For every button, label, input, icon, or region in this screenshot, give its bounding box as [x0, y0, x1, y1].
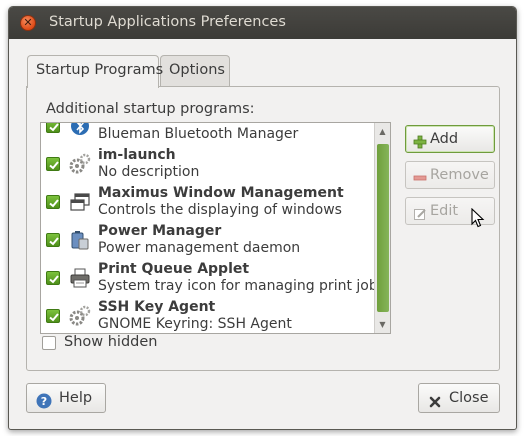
close-button[interactable]: Close	[418, 383, 500, 413]
program-description: Controls the displaying of windows	[98, 202, 342, 218]
list-item[interactable]: Maximus Window Management Controls the d…	[41, 183, 374, 221]
list-item[interactable]: SSH Key Agent GNOME Keyring: SSH Agent	[41, 297, 374, 333]
window-close-icon[interactable]: ✕	[20, 15, 36, 31]
program-description: No description	[98, 164, 200, 180]
title-bar: ✕ Startup Applications Preferences	[9, 7, 516, 39]
remove-button[interactable]: Remove	[405, 161, 495, 189]
scroll-down-arrow-icon[interactable]: ▼	[375, 318, 390, 332]
svg-text:?: ?	[41, 395, 47, 408]
mouse-pointer-icon	[471, 207, 485, 232]
program-name: Power Manager	[98, 223, 222, 239]
battery-icon	[69, 229, 91, 251]
remove-button-label: Remove	[430, 167, 489, 183]
help-button-label: Help	[59, 390, 93, 406]
program-description: GNOME Keyring: SSH Agent	[98, 316, 292, 332]
edit-icon	[413, 204, 427, 220]
close-icon	[428, 391, 442, 408]
bluetooth-icon	[69, 123, 91, 137]
scroll-thumb[interactable]	[377, 144, 389, 312]
show-hidden-checkbox[interactable]	[42, 336, 56, 350]
program-name: Maximus Window Management	[98, 185, 344, 201]
windows-icon	[69, 191, 91, 213]
program-description: Blueman Bluetooth Manager	[98, 126, 299, 142]
section-label: Additional startup programs:	[46, 101, 255, 117]
enabled-checkbox[interactable]	[46, 309, 60, 323]
program-description: System tray icon for managing print jobs	[98, 278, 386, 294]
tab-options[interactable]: Options	[160, 55, 230, 87]
programs-list[interactable]: Blueman Bluetooth Manager im-launch No d…	[40, 122, 391, 334]
printer-icon	[69, 267, 91, 289]
list-scrollbar[interactable]: ▲ ▼	[374, 123, 390, 333]
enabled-checkbox[interactable]	[46, 123, 60, 133]
enabled-checkbox[interactable]	[46, 195, 60, 209]
enabled-checkbox[interactable]	[46, 233, 60, 247]
edit-button-label: Edit	[430, 203, 459, 219]
gears-icon	[69, 153, 91, 175]
program-name: Print Queue Applet	[98, 261, 250, 277]
add-button-label: Add	[430, 131, 459, 147]
list-item[interactable]: Power Manager Power management daemon	[41, 221, 374, 259]
gears-icon	[69, 305, 91, 327]
minus-icon	[413, 168, 427, 182]
program-name: SSH Key Agent	[98, 299, 216, 315]
startup-preferences-window: ✕ Startup Applications Preferences Start…	[8, 6, 517, 430]
program-name: im-launch	[98, 147, 176, 163]
enabled-checkbox[interactable]	[46, 271, 60, 285]
add-button[interactable]: Add	[405, 125, 495, 153]
show-hidden-label: Show hidden	[64, 334, 158, 350]
list-item[interactable]: Blueman Bluetooth Manager	[41, 123, 374, 145]
plus-icon	[413, 132, 427, 149]
scroll-up-arrow-icon[interactable]: ▲	[375, 125, 390, 139]
help-button[interactable]: ? Help	[26, 383, 106, 413]
tab-startup-programs[interactable]: Startup Programs	[27, 55, 163, 88]
window-title: Startup Applications Preferences	[49, 14, 286, 30]
program-description: Power management daemon	[98, 240, 301, 256]
help-icon: ?	[36, 391, 52, 409]
enabled-checkbox[interactable]	[46, 157, 60, 171]
list-item[interactable]: Print Queue Applet System tray icon for …	[41, 259, 385, 297]
close-button-label: Close	[449, 390, 489, 406]
startup-programs-panel: Additional startup programs: Blueman Blu…	[26, 86, 500, 371]
list-item[interactable]: im-launch No description	[41, 145, 374, 183]
